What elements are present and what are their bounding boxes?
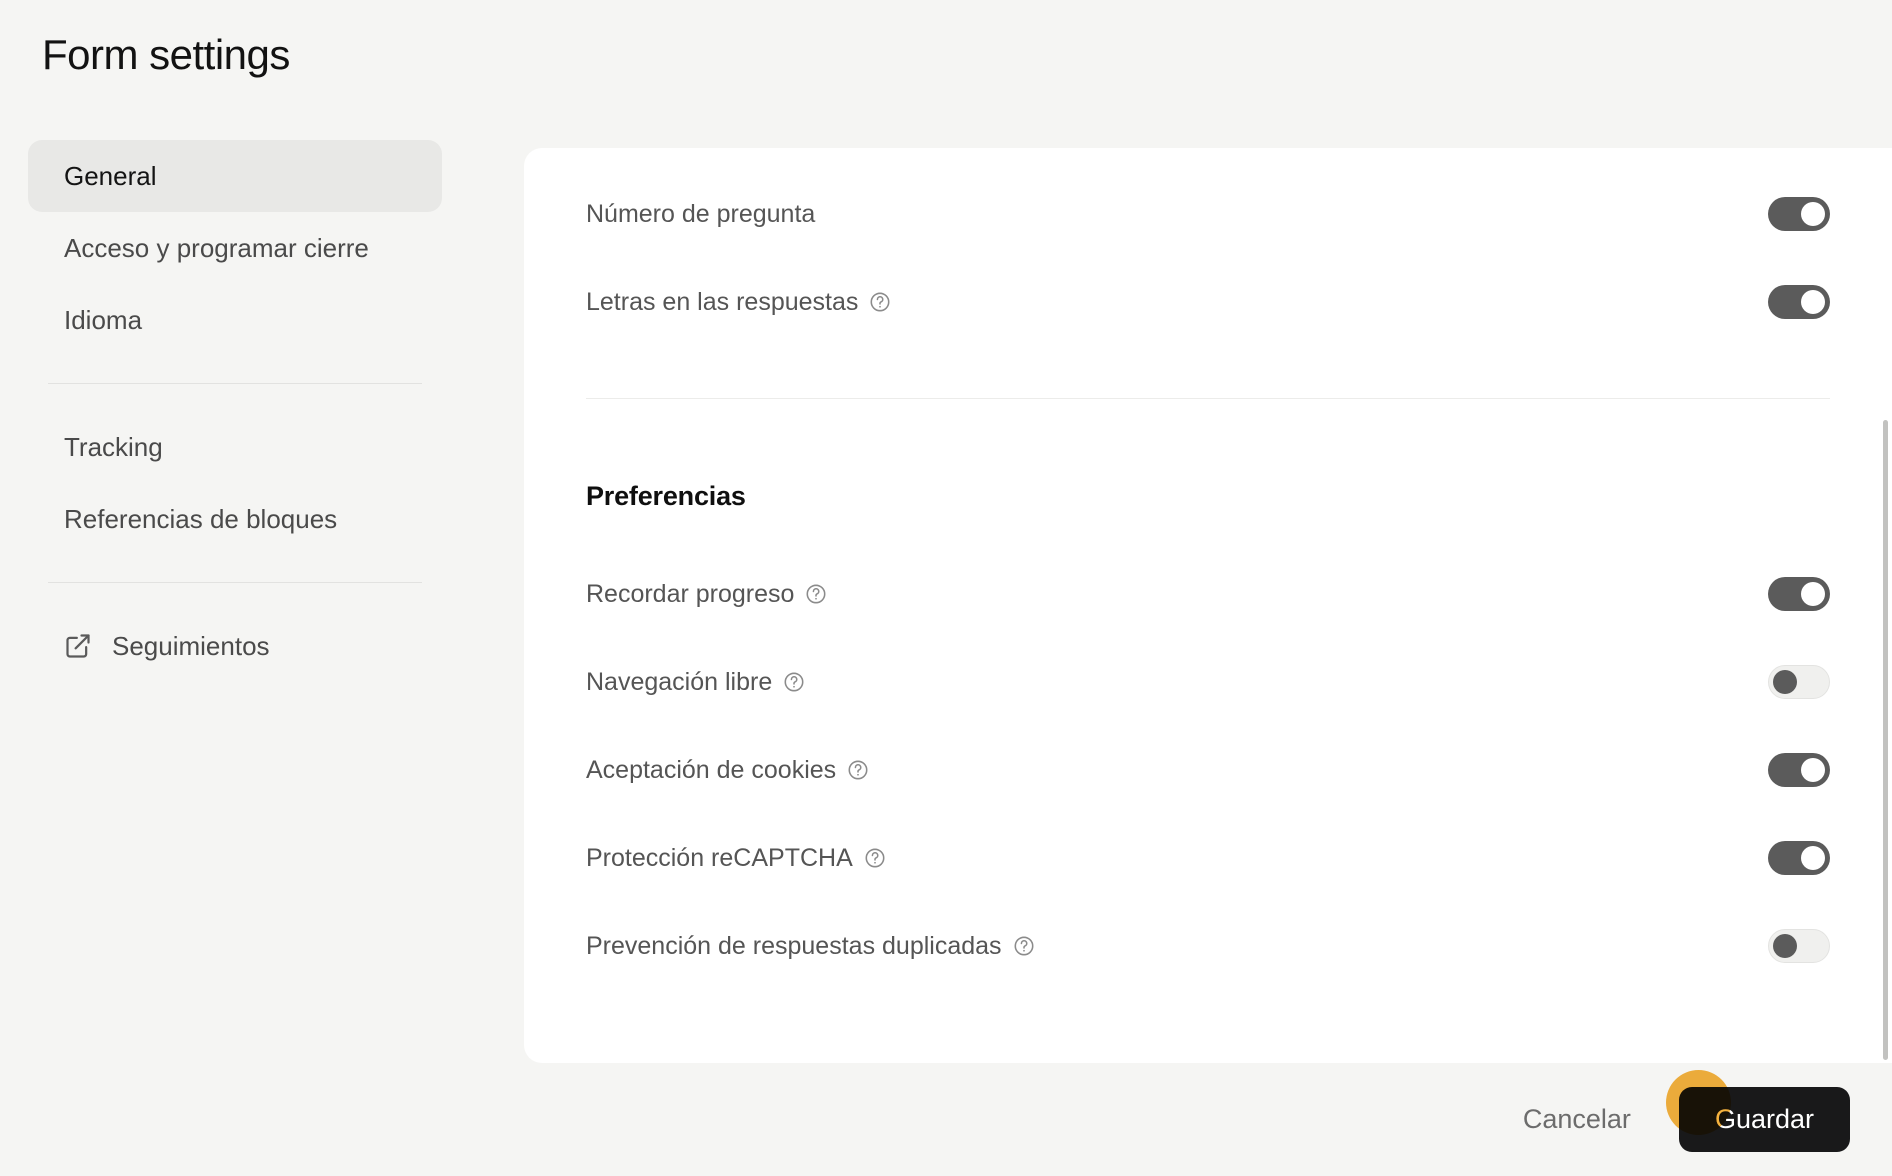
settings-scroll-content: Widget de progreso Número de pregunta Le… [524,148,1892,990]
help-icon[interactable] [783,671,805,693]
toggle-aceptacion-de-cookies[interactable] [1768,753,1830,787]
toggle-letras-en-las-respuestas[interactable] [1768,285,1830,319]
setting-row-recordar-progreso: Recordar progreso [586,550,1830,638]
cancel-button[interactable]: Cancelar [1505,1092,1649,1147]
dialog-footer: Cancelar Guardar [524,1063,1892,1176]
save-button[interactable]: Guardar [1678,1087,1850,1152]
toggle-recordar-progreso[interactable] [1768,577,1830,611]
setting-label-text: Número de pregunta [586,199,816,228]
toggle-knob [1801,290,1825,314]
toggle-navegacion-libre[interactable] [1768,665,1830,699]
page-title: Form settings [42,31,290,78]
toggle-proteccion-recaptcha[interactable] [1768,841,1830,875]
section-heading-preferencias: Preferencias [586,481,746,511]
sidebar-item-tracking[interactable]: Tracking [28,411,442,483]
setting-label-text: Prevención de respuestas duplicadas [586,931,1002,960]
sidebar-item-seguimientos[interactable]: Seguimientos [28,610,442,682]
sidebar-item-general[interactable]: General [28,140,442,212]
setting-label-text: Protección reCAPTCHA [586,843,853,872]
setting-row-proteccion-recaptcha: Protección reCAPTCHA [586,814,1830,902]
setting-label: Prevención de respuestas duplicadas [586,932,1035,961]
sidebar-item-label: Seguimientos [112,630,270,661]
setting-row-navegacion-libre: Navegación libre [586,638,1830,726]
setting-row-widget-de-progreso: Widget de progreso [586,148,1830,170]
toggle-prevencion-de-respuestas-duplicadas[interactable] [1768,929,1830,963]
toggle-knob [1773,670,1797,694]
setting-label: Letras en las respuestas [586,288,891,317]
setting-label: Navegación libre [586,668,805,697]
toggle-numero-de-pregunta[interactable] [1768,197,1830,231]
toggle-knob [1801,846,1825,870]
setting-row-numero-de-pregunta: Número de pregunta [586,170,1830,258]
sidebar-item-referencias-de-bloques[interactable]: Referencias de bloques [28,483,442,555]
sidebar-item-label: General [64,160,157,191]
sidebar-item-label: Idioma [64,304,143,335]
help-icon[interactable] [847,759,869,781]
setting-label-text: Recordar progreso [586,579,795,608]
setting-label: Aceptación de cookies [586,756,869,785]
setting-label: Número de pregunta [586,200,815,229]
setting-row-prevencion-de-respuestas-duplicadas: Prevención de respuestas duplicadas [586,902,1830,990]
setting-label-text: Aceptación de cookies [586,755,837,784]
external-link-icon [66,634,90,658]
setting-label: Protección reCAPTCHA [586,844,886,873]
sidebar-item-label: Referencias de bloques [64,503,338,534]
help-icon[interactable] [1013,935,1035,957]
toggle-knob [1801,582,1825,606]
settings-sidebar: General Acceso y programar cierre Idioma… [0,140,470,1176]
scrollbar-thumb[interactable] [1883,420,1888,1060]
setting-label: Recordar progreso [586,580,827,609]
sidebar-item-label: Tracking [64,431,163,462]
sidebar-item-idioma[interactable]: Idioma [28,284,442,356]
toggle-knob [1773,934,1797,958]
setting-row-letras-en-las-respuestas: Letras en las respuestas [586,258,1830,346]
vertical-scrollbar[interactable] [1883,148,1889,1063]
sidebar-divider [48,383,422,384]
settings-panel: Widget de progreso Número de pregunta Le… [524,148,1892,1063]
sidebar-divider [48,582,422,583]
toggle-knob [1801,758,1825,782]
setting-label-text: Letras en las respuestas [586,287,859,316]
help-icon[interactable] [805,583,827,605]
setting-label-text: Navegación libre [586,667,773,696]
sidebar-item-acceso-y-programar-cierre[interactable]: Acceso y programar cierre [28,212,442,284]
help-icon[interactable] [869,291,891,313]
help-icon[interactable] [864,847,886,869]
toggle-knob [1801,202,1825,226]
sidebar-item-label: Acceso y programar cierre [64,232,369,263]
setting-row-aceptacion-de-cookies: Aceptación de cookies [586,726,1830,814]
